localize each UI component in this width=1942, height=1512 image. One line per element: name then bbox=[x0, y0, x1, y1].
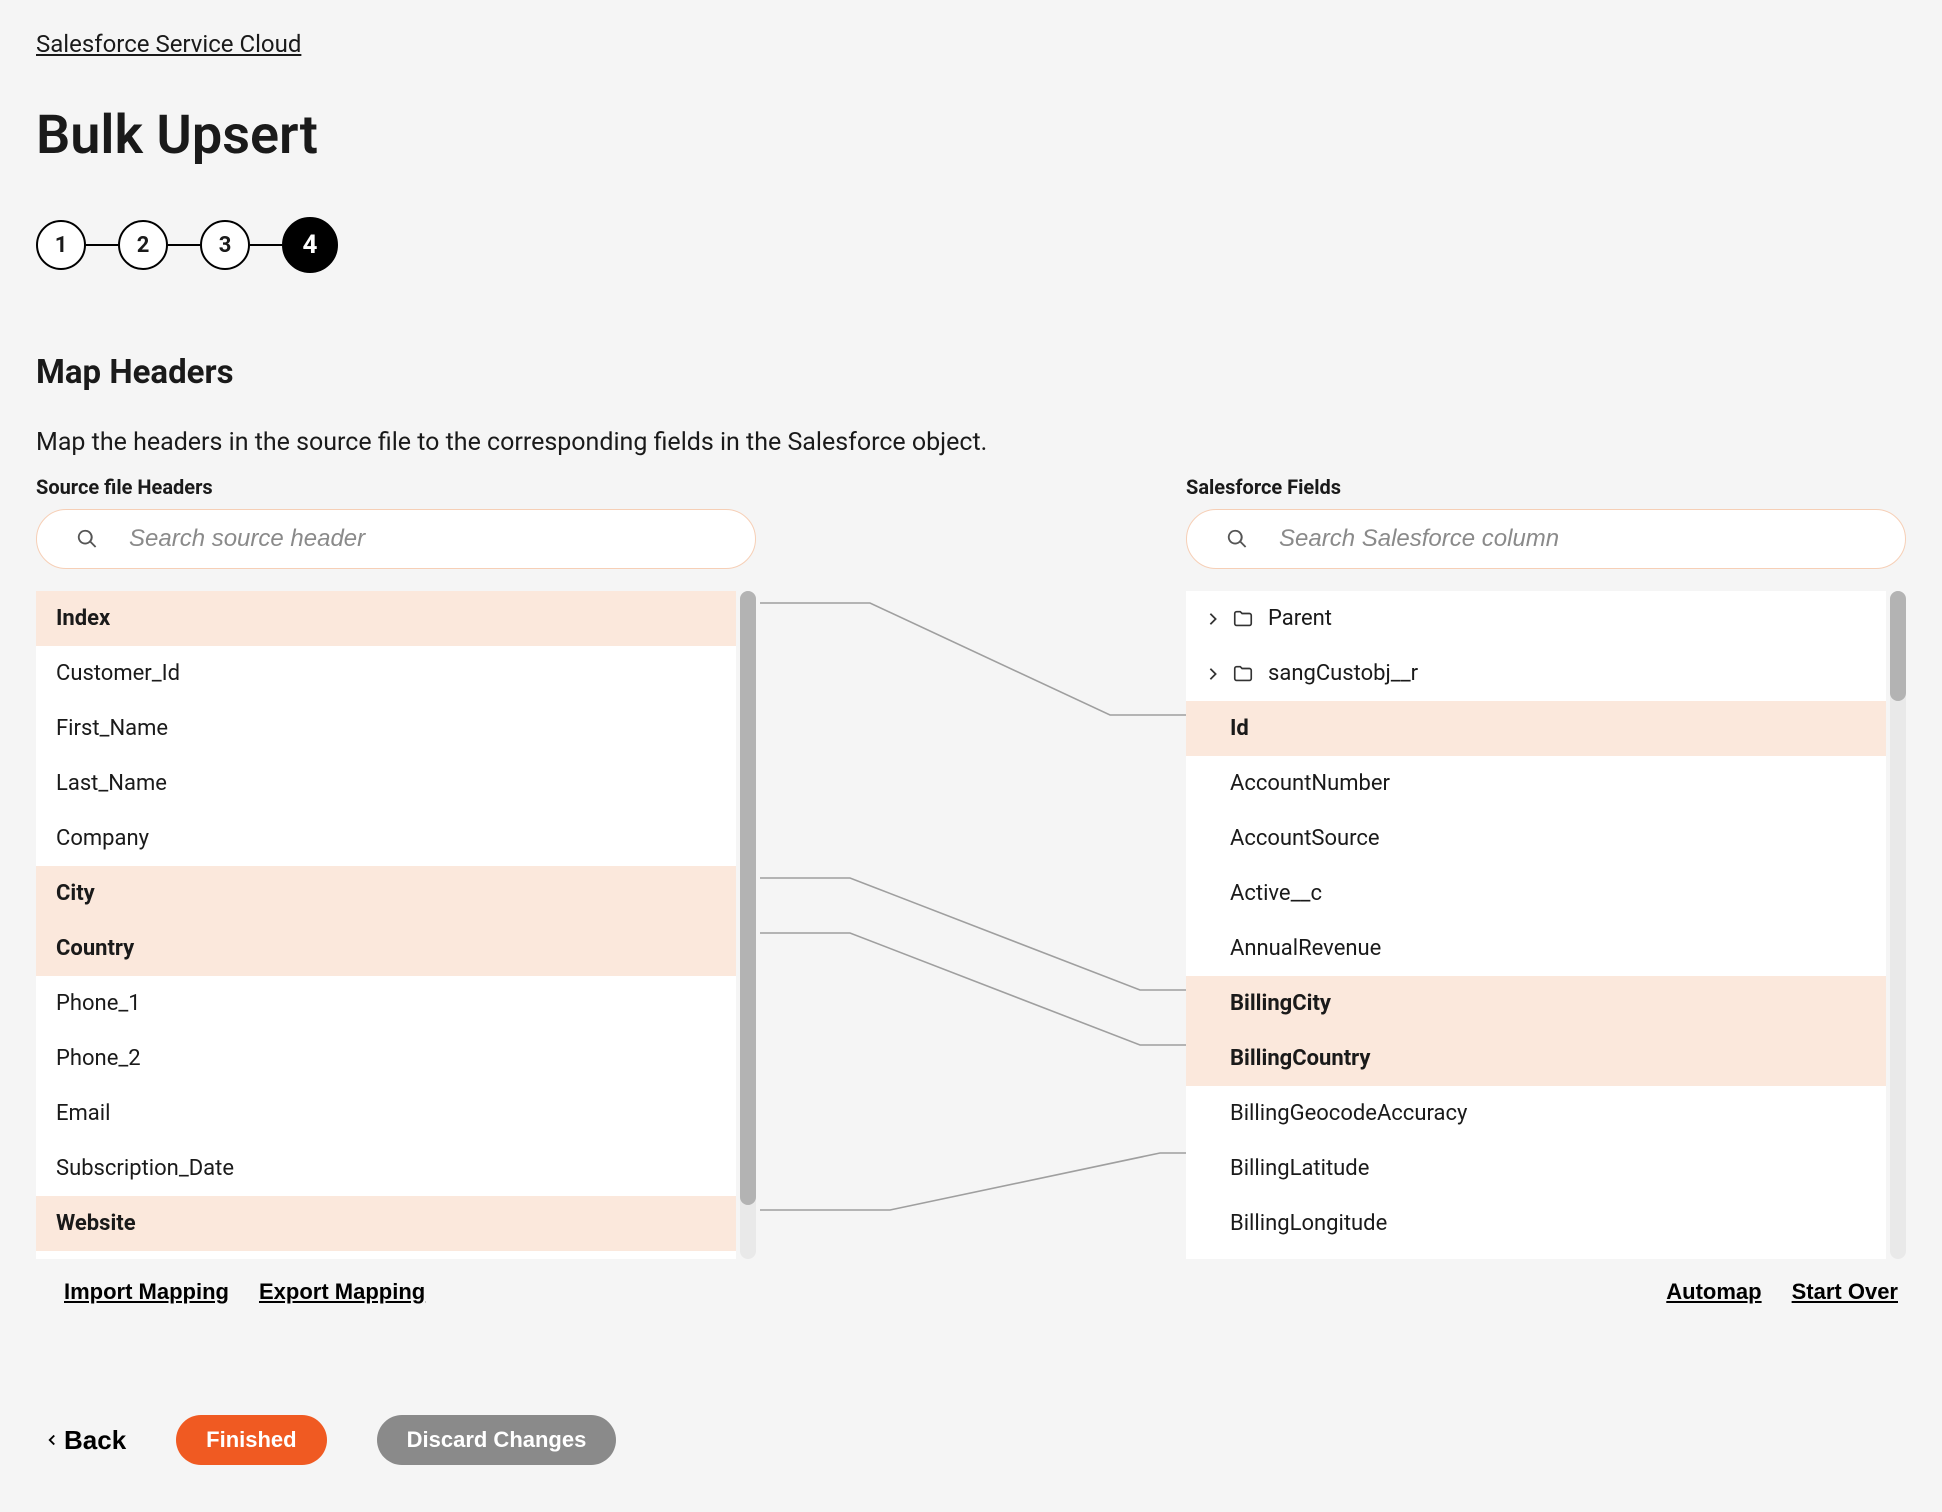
folder-icon bbox=[1232, 663, 1254, 685]
source-search-input[interactable] bbox=[36, 509, 756, 569]
step-3[interactable]: 3 bbox=[200, 220, 250, 270]
sf-row-billinglongitude[interactable]: BillingLongitude bbox=[1186, 1196, 1886, 1251]
source-scrollbar-thumb[interactable] bbox=[740, 591, 756, 1205]
sf-row-id[interactable]: Id bbox=[1186, 701, 1886, 756]
step-4[interactable]: 4 bbox=[282, 217, 338, 273]
back-button[interactable]: Back bbox=[46, 1425, 126, 1456]
sf-row-active-c[interactable]: Active__c bbox=[1186, 866, 1886, 921]
import-mapping-button[interactable]: Import Mapping bbox=[64, 1279, 229, 1305]
source-row-country[interactable]: Country bbox=[36, 921, 736, 976]
sf-row-accountsource[interactable]: AccountSource bbox=[1186, 811, 1886, 866]
salesforce-fields-label: Salesforce Fields bbox=[1186, 475, 1906, 499]
sf-row-billingcountry[interactable]: BillingCountry bbox=[1186, 1031, 1886, 1086]
step-connector bbox=[250, 244, 282, 246]
salesforce-fields-list: Parent sangCustobj__r Id AccountNumber A… bbox=[1186, 591, 1886, 1259]
chevron-right-icon bbox=[1206, 667, 1220, 681]
sf-row-sangcustobj[interactable]: sangCustobj__r bbox=[1186, 646, 1886, 701]
source-row-phone-1[interactable]: Phone_1 bbox=[36, 976, 736, 1031]
mapping-connectors bbox=[760, 557, 1220, 1225]
sf-row-billingcity[interactable]: BillingCity bbox=[1186, 976, 1886, 1031]
sf-row-parent[interactable]: Parent bbox=[1186, 591, 1886, 646]
salesforce-search-input[interactable] bbox=[1186, 509, 1906, 569]
chevron-right-icon bbox=[1206, 612, 1220, 626]
sf-row-annualrevenue[interactable]: AnnualRevenue bbox=[1186, 921, 1886, 976]
chevron-left-icon bbox=[46, 1434, 58, 1446]
source-row-index[interactable]: Index bbox=[36, 591, 736, 646]
discard-changes-button[interactable]: Discard Changes bbox=[377, 1415, 617, 1465]
source-row-website[interactable]: Website bbox=[36, 1196, 736, 1251]
source-headers-label: Source file Headers bbox=[36, 475, 790, 499]
source-headers-list: Index Customer_Id First_Name Last_Name C… bbox=[36, 591, 736, 1259]
stepper: 1 2 3 4 bbox=[36, 217, 1906, 273]
section-title: Map Headers bbox=[36, 353, 1906, 392]
salesforce-scrollbar-thumb[interactable] bbox=[1890, 591, 1906, 701]
sf-row-billinggeocodeaccuracy[interactable]: BillingGeocodeAccuracy bbox=[1186, 1086, 1886, 1141]
step-connector bbox=[86, 244, 118, 246]
breadcrumb[interactable]: Salesforce Service Cloud bbox=[36, 30, 301, 58]
source-row-company[interactable]: Company bbox=[36, 811, 736, 866]
source-row-city[interactable]: City bbox=[36, 866, 736, 921]
section-description: Map the headers in the source file to th… bbox=[36, 428, 1906, 457]
source-row-email[interactable]: Email bbox=[36, 1086, 736, 1141]
step-2[interactable]: 2 bbox=[118, 220, 168, 270]
step-1[interactable]: 1 bbox=[36, 220, 86, 270]
automap-button[interactable]: Automap bbox=[1666, 1279, 1761, 1305]
step-connector bbox=[168, 244, 200, 246]
page-title: Bulk Upsert bbox=[36, 104, 1906, 167]
search-icon bbox=[1226, 528, 1248, 550]
source-row-phone-2[interactable]: Phone_2 bbox=[36, 1031, 736, 1086]
source-row-first-name[interactable]: First_Name bbox=[36, 701, 736, 756]
sf-row-accountnumber[interactable]: AccountNumber bbox=[1186, 756, 1886, 811]
source-row-subscription-date[interactable]: Subscription_Date bbox=[36, 1141, 736, 1196]
source-row-last-name[interactable]: Last_Name bbox=[36, 756, 736, 811]
sf-row-billinglatitude[interactable]: BillingLatitude bbox=[1186, 1141, 1886, 1196]
finished-button[interactable]: Finished bbox=[176, 1415, 326, 1465]
export-mapping-button[interactable]: Export Mapping bbox=[259, 1279, 425, 1305]
search-icon bbox=[76, 528, 98, 550]
start-over-button[interactable]: Start Over bbox=[1792, 1279, 1898, 1305]
source-row-customer-id[interactable]: Customer_Id bbox=[36, 646, 736, 701]
salesforce-scrollbar[interactable] bbox=[1890, 591, 1906, 1259]
source-scrollbar[interactable] bbox=[740, 591, 756, 1259]
folder-icon bbox=[1232, 608, 1254, 630]
